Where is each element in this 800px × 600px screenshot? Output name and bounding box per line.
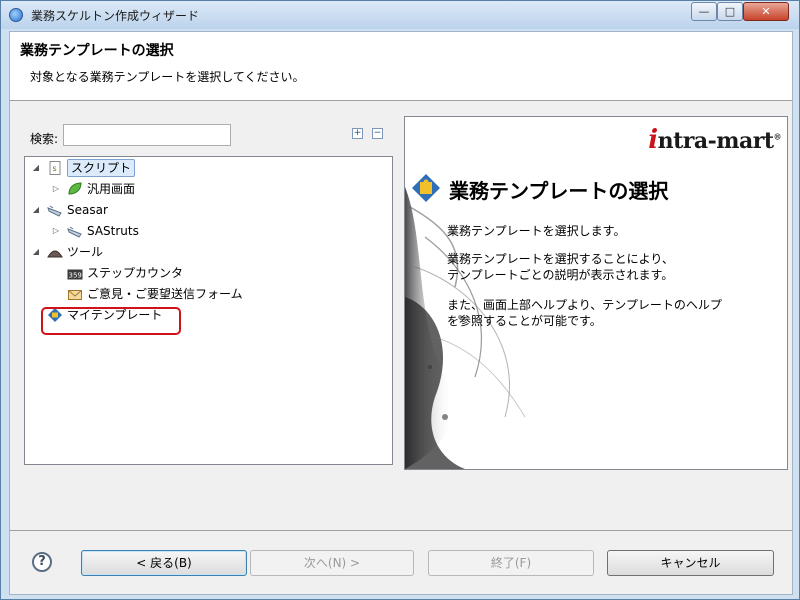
close-button[interactable]: ✕ [743, 2, 789, 21]
preview-paragraph-1: 業務テンプレートを選択します。 [447, 224, 626, 238]
tree-item-sastruts[interactable]: ▷ SAStruts [25, 221, 325, 241]
puzzle-diamond-icon [412, 174, 440, 202]
highlight-annotation [41, 307, 181, 335]
preview-paragraph-3-line-2: を参照することが可能です。 [447, 314, 602, 328]
expand-all-icon[interactable]: + [352, 128, 363, 139]
tree-item-label: スクリプト [67, 159, 136, 177]
template-tree[interactable]: ◢ s スクリプト ▷ 汎用画面 ◢ Seasar ▷ SAStruts ◢ ツ… [24, 156, 393, 465]
tree-item-tools[interactable]: ◢ ツール [25, 242, 325, 262]
svg-text:s: s [53, 164, 57, 173]
tree-item-script[interactable]: ◢ s スクリプト [25, 158, 325, 178]
preview-paragraph-3-line-1: また、画面上部ヘルプより、テンプレートのヘルプ [447, 298, 722, 312]
tree-item-label: ご意見・ご要望送信フォーム [87, 287, 243, 301]
tree-item-label: SAStruts [87, 224, 139, 238]
preview-title: 業務テンプレートの選択 [449, 179, 669, 203]
leaf-icon [67, 182, 83, 196]
tree-item-label: ステップカウンタ [87, 266, 184, 280]
finish-button[interactable]: 終了(F) [428, 550, 594, 576]
tree-item-step-counter[interactable]: 359 ステップカウンタ [25, 263, 325, 283]
tree-item-label: Seasar [67, 203, 108, 217]
wizard-window: 業務スケルトン作成ウィザード — □ ✕ 業務テンプレートの選択 対象となる業務… [0, 0, 800, 600]
page-title: 業務テンプレートの選択 [20, 43, 174, 59]
search-label: 検索: [30, 132, 59, 146]
cancel-button[interactable]: キャンセル [607, 550, 774, 576]
seasar-icon [47, 203, 63, 217]
mail-form-icon [67, 287, 83, 301]
script-file-icon: s [47, 161, 63, 175]
search-input[interactable] [63, 124, 231, 146]
wizard-client-area: 業務テンプレートの選択 対象となる業務テンプレートを選択してください。 検索: … [9, 31, 793, 595]
preview-paragraph-2-line-2: テンプレートごとの説明が表示されます。 [447, 268, 674, 282]
next-button[interactable]: 次へ(N) > [250, 550, 414, 576]
expanded-arrow-icon[interactable]: ◢ [31, 200, 41, 220]
tree-item-label: ツール [67, 245, 104, 259]
template-preview-panel: intra-mart® 業務テンプレートの選択 業務テンプレートを選択します。 … [404, 116, 788, 470]
collapse-all-icon[interactable]: − [372, 128, 383, 139]
svg-text:359: 359 [69, 272, 82, 280]
maximize-button[interactable]: □ [717, 2, 743, 21]
tree-item-seasar[interactable]: ◢ Seasar [25, 200, 325, 220]
app-icon [9, 8, 23, 22]
expanded-arrow-icon[interactable]: ◢ [31, 158, 41, 178]
intra-mart-logo: intra-mart® [648, 125, 781, 155]
sastruts-icon [67, 224, 83, 238]
collapsed-arrow-icon[interactable]: ▷ [51, 221, 61, 241]
tree-item-feedback-form[interactable]: ご意見・ご要望送信フォーム [25, 284, 325, 304]
title-bar[interactable]: 業務スケルトン作成ウィザード — □ ✕ [1, 1, 799, 29]
footer-divider [10, 530, 792, 531]
window-title: 業務スケルトン作成ウィザード [31, 9, 200, 23]
preview-paragraph-2-line-1: 業務テンプレートを選択することにより、 [447, 252, 674, 266]
minimize-button[interactable]: — [691, 2, 717, 21]
collapsed-arrow-icon[interactable]: ▷ [51, 179, 61, 199]
page-description: 対象となる業務テンプレートを選択してください。 [30, 70, 305, 84]
back-button[interactable]: < 戻る(B) [81, 550, 247, 576]
tree-item-label: 汎用画面 [87, 182, 136, 196]
wizard-header: 業務テンプレートの選択 対象となる業務テンプレートを選択してください。 [10, 32, 792, 101]
tree-item-generic-screen[interactable]: ▷ 汎用画面 [25, 179, 325, 199]
help-icon[interactable]: ? [32, 552, 52, 572]
expanded-arrow-icon[interactable]: ◢ [31, 242, 41, 262]
decorative-background-art [405, 187, 526, 469]
counter-icon: 359 [67, 266, 83, 280]
toolbox-icon [47, 245, 63, 259]
